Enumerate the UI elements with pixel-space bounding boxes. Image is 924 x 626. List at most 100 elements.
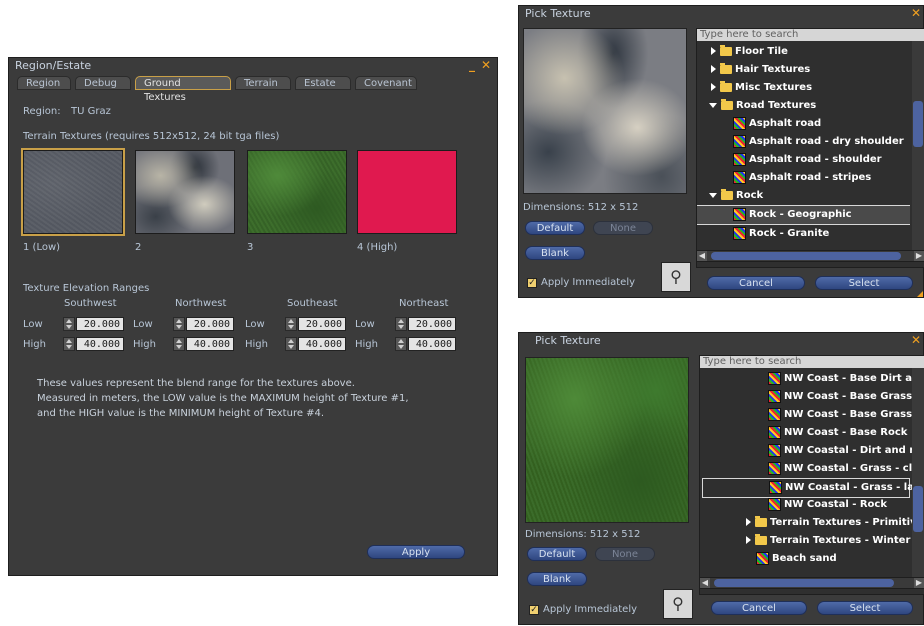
apply-button[interactable]: Apply [367, 545, 465, 559]
tree-item-label: Asphalt road - stripes [749, 172, 872, 183]
texture-icon [768, 497, 781, 511]
none-button[interactable]: None [593, 221, 653, 235]
tree-item-texture[interactable]: NW Coast - Base Rock [700, 424, 910, 442]
scroll-right-icon[interactable]: ▶ [914, 578, 924, 588]
terrain-texture-2-swatch[interactable] [135, 150, 235, 234]
collapse-arrow-icon[interactable] [709, 192, 717, 198]
spinner-value[interactable]: 40.000 [408, 337, 456, 351]
tree-item-texture[interactable]: NW Coastal - Dirt and roc [700, 442, 924, 460]
blank-button[interactable]: Blank [527, 572, 587, 586]
spinner-arrows-icon[interactable] [63, 337, 75, 351]
default-button[interactable]: Default [525, 221, 585, 235]
scroll-left-icon[interactable]: ◀ [697, 251, 707, 261]
scroll-thumb[interactable] [711, 252, 901, 260]
tree-item-floor-tile[interactable]: Floor Tile [697, 43, 910, 61]
tab-covenant[interactable]: Covenant [355, 76, 417, 90]
tree-item-asphalt-shoulder[interactable]: Asphalt road - shoulder [697, 151, 910, 169]
northwest-low-spinner[interactable]: 20.000 [173, 317, 247, 331]
tree-item-texture[interactable]: NW Coastal - Grass - clun [700, 460, 924, 478]
expand-arrow-icon[interactable] [746, 536, 751, 544]
spinner-value[interactable]: 20.000 [186, 317, 234, 331]
tree-item-road-textures[interactable]: Road Textures [697, 97, 910, 115]
blank-button[interactable]: Blank [525, 246, 585, 260]
folder-icon [721, 98, 733, 110]
tree-item-rock[interactable]: Rock [697, 187, 910, 205]
scroll-thumb[interactable] [714, 579, 894, 587]
expand-arrow-icon[interactable] [711, 47, 716, 55]
southwest-low-spinner[interactable]: 20.000 [63, 317, 137, 331]
tab-debug[interactable]: Debug [75, 76, 131, 90]
close-icon[interactable]: ✕ [481, 58, 491, 72]
close-icon[interactable]: ✕ [911, 6, 921, 20]
tree-item-rock-granite[interactable]: Rock - Granite [697, 225, 910, 243]
eyedropper-icon[interactable]: ⚲ [663, 589, 693, 619]
search-input[interactable]: Type here to search [697, 29, 924, 41]
spinner-value[interactable]: 20.000 [298, 317, 346, 331]
tree-item-asphalt-stripes[interactable]: Asphalt road - stripes [697, 169, 910, 187]
close-icon[interactable]: ✕ [911, 333, 921, 347]
southeast-low-spinner[interactable]: 20.000 [285, 317, 359, 331]
none-button[interactable]: None [595, 547, 655, 561]
tree-item-hair-textures[interactable]: Hair Textures [697, 61, 910, 79]
southeast-high-spinner[interactable]: 40.000 [285, 337, 359, 351]
tree-item-selected-texture[interactable]: NW Coastal - Grass - law [702, 478, 923, 498]
vertical-scrollbar[interactable] [912, 368, 924, 584]
tree-item-texture[interactable]: NW Coastal - Rock [700, 496, 910, 514]
tree-item-texture[interactable]: NW Coast - Base Grass - [700, 388, 920, 406]
northeast-high-spinner[interactable]: 40.000 [395, 337, 469, 351]
tree-item-asphalt-road[interactable]: Asphalt road [697, 115, 910, 133]
spinner-arrows-icon[interactable] [285, 337, 297, 351]
scroll-right-icon[interactable]: ▶ [914, 251, 924, 261]
terrain-texture-3-swatch[interactable] [247, 150, 347, 234]
scroll-thumb[interactable] [913, 486, 923, 532]
cancel-button[interactable]: Cancel [707, 276, 805, 290]
tab-region[interactable]: Region [17, 76, 71, 90]
search-input[interactable]: Type here to search [700, 356, 924, 368]
expand-arrow-icon[interactable] [711, 83, 716, 91]
terrain-texture-1-swatch[interactable] [21, 148, 125, 236]
spinner-arrows-icon[interactable] [395, 317, 407, 331]
scroll-left-icon[interactable]: ◀ [700, 578, 710, 588]
tree-item-rock-geographic[interactable]: Rock - Geographic [697, 205, 910, 225]
spinner-value[interactable]: 20.000 [408, 317, 456, 331]
resize-handle-icon[interactable] [917, 291, 923, 297]
spinner-arrows-icon[interactable] [63, 317, 75, 331]
tree-item-texture[interactable]: NW Coast - Base Grass - [700, 406, 920, 424]
tree-item-folder[interactable]: Terrain Textures - Winter [700, 532, 910, 550]
tree-item-folder[interactable]: Terrain Textures - Primitive Is [700, 514, 924, 532]
tree-item-asphalt-dry-shoulder[interactable]: Asphalt road - dry shoulder [697, 133, 910, 151]
tab-terrain[interactable]: Terrain [235, 76, 291, 90]
expand-arrow-icon[interactable] [746, 518, 751, 526]
cancel-button[interactable]: Cancel [711, 601, 807, 615]
minimize-icon[interactable]: _ [469, 58, 475, 72]
tab-ground-textures[interactable]: Ground Textures [135, 76, 231, 103]
horizontal-scrollbar[interactable]: ◀ ▶ [699, 577, 924, 589]
spinner-arrows-icon[interactable] [173, 337, 185, 351]
northeast-low-spinner[interactable]: 20.000 [395, 317, 469, 331]
spinner-value[interactable]: 40.000 [186, 337, 234, 351]
spinner-arrows-icon[interactable] [173, 317, 185, 331]
northwest-high-spinner[interactable]: 40.000 [173, 337, 247, 351]
spinner-arrows-icon[interactable] [395, 337, 407, 351]
spinner-value[interactable]: 40.000 [298, 337, 346, 351]
apply-immediately-checkbox[interactable]: ✓ [529, 605, 539, 615]
scroll-thumb[interactable] [913, 101, 923, 147]
tree-item-misc-textures[interactable]: Misc Textures [697, 79, 910, 97]
apply-immediately-checkbox[interactable]: ✓ [527, 278, 537, 288]
horizontal-scrollbar[interactable]: ◀ ▶ [696, 250, 924, 262]
spinner-arrows-icon[interactable] [285, 317, 297, 331]
spinner-value[interactable]: 20.000 [76, 317, 124, 331]
select-button[interactable]: Select [815, 276, 913, 290]
eyedropper-icon[interactable]: ⚲ [661, 262, 691, 292]
default-button[interactable]: Default [527, 547, 587, 561]
terrain-texture-4-swatch[interactable] [357, 150, 457, 234]
tab-estate[interactable]: Estate [295, 76, 351, 90]
tree-item-texture[interactable]: Beach sand [700, 550, 910, 568]
collapse-arrow-icon[interactable] [709, 102, 717, 108]
vertical-scrollbar[interactable] [912, 41, 924, 257]
select-button[interactable]: Select [817, 601, 913, 615]
spinner-value[interactable]: 40.000 [76, 337, 124, 351]
expand-arrow-icon[interactable] [711, 65, 716, 73]
southwest-high-spinner[interactable]: 40.000 [63, 337, 137, 351]
tree-item-texture[interactable]: NW Coast - Base Dirt and [700, 370, 924, 388]
